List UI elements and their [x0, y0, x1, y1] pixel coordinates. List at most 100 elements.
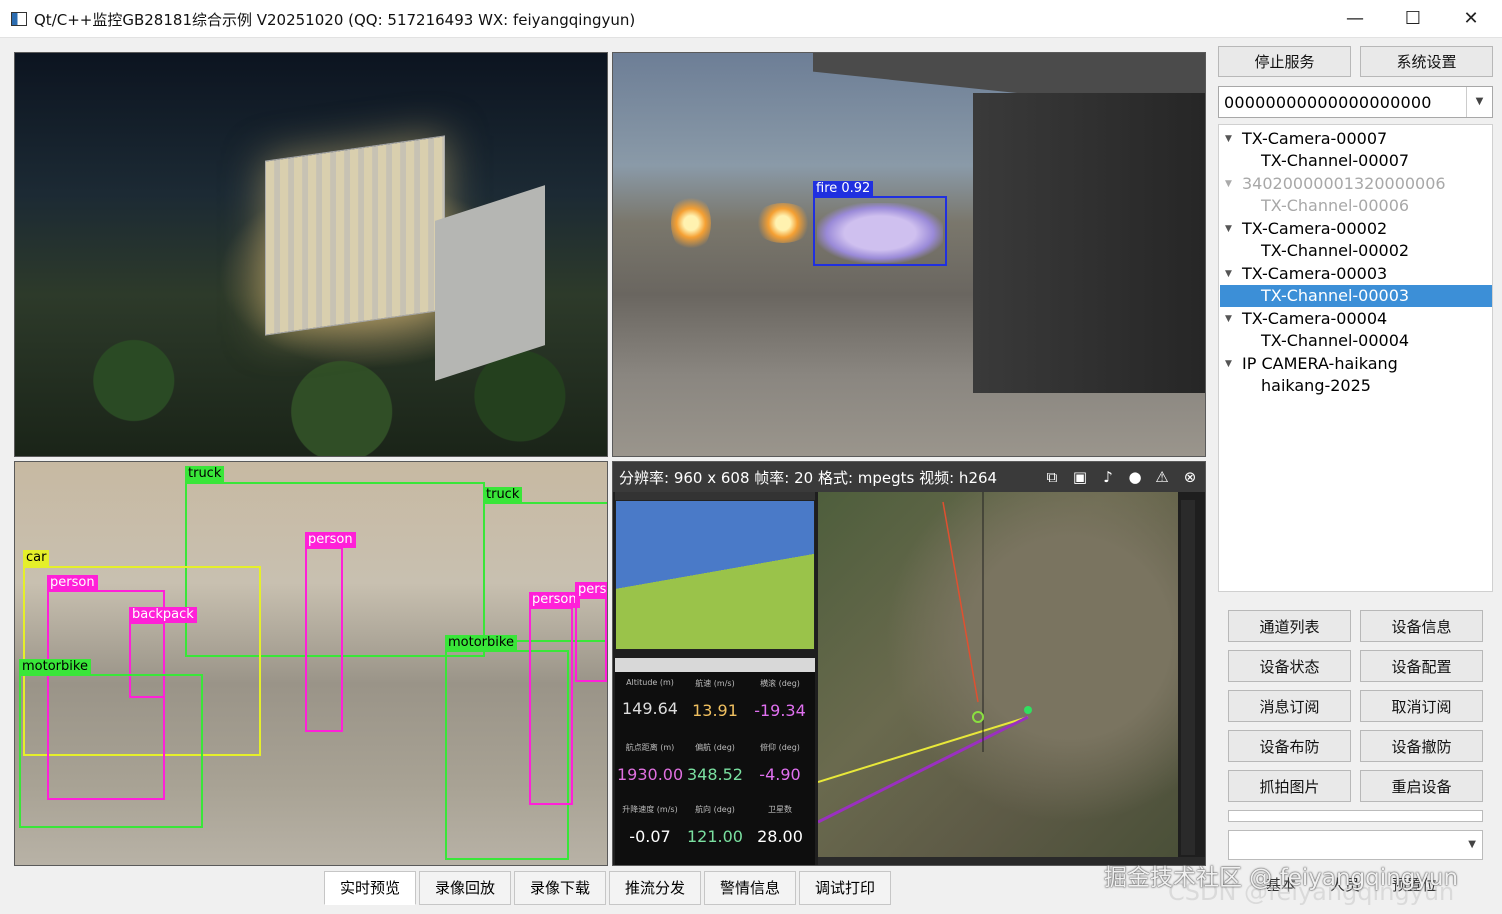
system-settings-button[interactable]: 系统设置	[1360, 46, 1493, 77]
map-scrollbar[interactable]	[1181, 500, 1195, 855]
option-combo[interactable]: ▼	[1228, 830, 1483, 860]
tree-item-channel-selected[interactable]: TX-Channel-00003	[1220, 285, 1492, 307]
tree-item-camera[interactable]: ▼ IP CAMERA-haikang	[1220, 353, 1492, 375]
tree-item-camera[interactable]: ▼ 34020000001320000006	[1220, 173, 1492, 195]
chevron-down-icon[interactable]: ▼	[1468, 839, 1476, 850]
video-pane-4[interactable]: Altitude (m) 149.64 航速 (m/s) 13.91 横滚 (deg…	[612, 461, 1206, 866]
expand-caret-icon[interactable]: ▼	[1225, 218, 1235, 240]
telemetry-value: -19.34	[754, 701, 806, 720]
close-circle-icon[interactable]: ⊗	[1179, 466, 1201, 488]
tree-item-camera[interactable]: ▼ TX-Camera-00007	[1220, 128, 1492, 150]
tree-item-camera[interactable]: ▼ TX-Camera-00002	[1220, 218, 1492, 240]
fire-label: fire 0.92	[813, 181, 874, 197]
device-id-combo[interactable]: 00000000000000000000 ▼	[1218, 86, 1493, 118]
hud-tabs	[615, 658, 815, 672]
expand-caret-icon[interactable]: ▼	[1225, 173, 1235, 195]
telemetry-label: 航速 (m/s)	[695, 679, 735, 688]
telemetry-value: -4.90	[759, 765, 801, 784]
telemetry-value: 1930.00	[617, 765, 684, 784]
unsubscribe-button[interactable]: 取消订阅	[1360, 690, 1483, 722]
telemetry-value: -0.07	[629, 827, 671, 846]
hud-topbar	[615, 492, 815, 500]
video-status-bar: 分辨率: 960 x 608 帧率: 20 格式: mpegts 视频: h26…	[613, 462, 1205, 492]
expand-caret-icon[interactable]: ▼	[1225, 263, 1235, 285]
video-pane-3[interactable]: truck truck car person backpack person m…	[14, 461, 608, 866]
tree-item-label: TX-Channel-00007	[1261, 151, 1410, 170]
snapshot-button[interactable]: 抓拍图片	[1228, 770, 1351, 802]
tree-item-label: TX-Camera-00004	[1242, 309, 1388, 328]
reboot-device-button[interactable]: 重启设备	[1360, 770, 1483, 802]
tab-playback[interactable]: 录像回放	[419, 871, 511, 905]
telemetry-value: 28.00	[757, 827, 803, 846]
telemetry-value: 13.91	[692, 701, 738, 720]
close-button[interactable]: ✕	[1442, 0, 1500, 38]
video-pane-2[interactable]: fire 0.92	[612, 52, 1206, 457]
tab-debug-print[interactable]: 调试打印	[799, 871, 891, 905]
telemetry-label: 偏航 (deg)	[695, 743, 735, 752]
arm-device-button[interactable]: 设备布防	[1228, 730, 1351, 762]
flight-hud	[615, 500, 815, 650]
chevron-down-icon[interactable]: ▼	[1466, 87, 1492, 117]
telemetry-label: 升降速度 (m/s)	[622, 805, 678, 814]
device-status-button[interactable]: 设备状态	[1228, 650, 1351, 682]
tab-download[interactable]: 录像下载	[514, 871, 606, 905]
video-pane-1[interactable]	[14, 52, 608, 457]
person-bbox-2	[305, 547, 343, 732]
shed-wall	[973, 93, 1205, 393]
person-label-3: person	[529, 592, 580, 608]
device-info-button[interactable]: 设备信息	[1360, 610, 1483, 642]
tab-alarm-info[interactable]: 警情信息	[704, 871, 796, 905]
telemetry-label: 卫星数	[768, 805, 792, 814]
maximize-button[interactable]: ☐	[1384, 0, 1442, 38]
telemetry-value: 121.00	[687, 827, 743, 846]
device-tree[interactable]: ▼ TX-Camera-00007 TX-Channel-00007 ▼ 34020…	[1218, 124, 1493, 592]
telemetry-value: 348.52	[687, 765, 743, 784]
expand-caret-icon[interactable]: ▼	[1225, 353, 1235, 375]
minimize-button[interactable]: —	[1326, 0, 1384, 38]
fire-bbox	[813, 196, 947, 266]
expand-caret-icon[interactable]: ▼	[1225, 128, 1235, 150]
tree-item-camera[interactable]: ▼ TX-Camera-00004	[1220, 308, 1492, 330]
tree-item-channel[interactable]: TX-Channel-00007	[1220, 150, 1492, 172]
device-config-button[interactable]: 设备配置	[1360, 650, 1483, 682]
alarm-icon[interactable]: ⚠	[1151, 466, 1173, 488]
channel-list-button[interactable]: 通道列表	[1228, 610, 1351, 642]
tree-item-label: IP CAMERA-haikang	[1242, 354, 1398, 373]
progress-bar	[1228, 810, 1483, 822]
tree-item-label: TX-Channel-00004	[1261, 331, 1410, 350]
snapshot-icon[interactable]: ⧉	[1041, 466, 1063, 488]
tree-item-label: haikang-2025	[1261, 376, 1371, 395]
motorbike-bbox-1	[19, 674, 203, 828]
expand-caret-icon[interactable]: ▼	[1225, 308, 1235, 330]
telemetry-label: 横滚 (deg)	[760, 679, 800, 688]
image-icon[interactable]: ▣	[1069, 466, 1091, 488]
flame-2	[753, 203, 813, 243]
app-icon	[11, 12, 27, 26]
person-bbox-4	[575, 597, 607, 682]
telemetry-label: Altitude (m)	[626, 678, 674, 687]
stop-service-button[interactable]: 停止服务	[1218, 46, 1351, 77]
window-title: Qt/C++监控GB28181综合示例 V20251020 (QQ: 51721…	[34, 11, 636, 29]
tab-stream-push[interactable]: 推流分发	[609, 871, 701, 905]
tree-item-channel[interactable]: haikang-2025	[1220, 375, 1492, 397]
disarm-device-button[interactable]: 设备撤防	[1360, 730, 1483, 762]
telemetry-panel: Altitude (m) 149.64 航速 (m/s) 13.91 横滚 (deg…	[615, 672, 815, 865]
tree-item-label: 34020000001320000006	[1242, 174, 1446, 193]
telemetry-label: 航向 (deg)	[695, 805, 735, 814]
satellite-map[interactable]	[817, 492, 1178, 857]
telemetry-label: 俯仰 (deg)	[760, 743, 800, 752]
subscribe-button[interactable]: 消息订阅	[1228, 690, 1351, 722]
truck-label-1: truck	[185, 466, 225, 482]
title-bar: Qt/C++监控GB28181综合示例 V20251020 (QQ: 51721…	[0, 0, 1502, 38]
tree-item-label: TX-Channel-00002	[1261, 241, 1410, 260]
tree-item-label: TX-Camera-00007	[1242, 129, 1388, 148]
tree-item-camera[interactable]: ▼ TX-Camera-00003	[1220, 263, 1492, 285]
mute-icon[interactable]: ♪	[1097, 466, 1119, 488]
flame-1	[671, 193, 711, 253]
tab-live-preview[interactable]: 实时预览	[324, 871, 416, 905]
person-bbox-3	[529, 607, 573, 805]
tree-item-channel[interactable]: TX-Channel-00004	[1220, 330, 1492, 352]
tree-item-channel[interactable]: TX-Channel-00006	[1220, 195, 1492, 217]
mic-icon[interactable]: ●	[1124, 466, 1146, 488]
tree-item-channel[interactable]: TX-Channel-00002	[1220, 240, 1492, 262]
